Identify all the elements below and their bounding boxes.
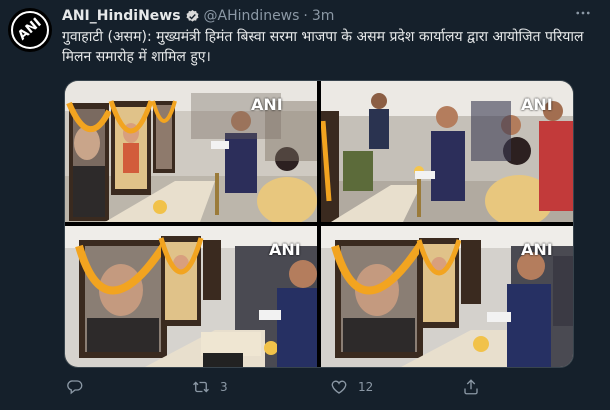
tweet-text: गुवाहाटी (असम): मुख्यमंत्री हिमंत बिस्वा… <box>62 29 584 65</box>
timestamp[interactable]: 3m <box>312 8 335 24</box>
watermark-2: ANI <box>521 95 553 114</box>
watermark-1: ANI <box>251 95 283 114</box>
media-grid[interactable]: ANI ANI ANI ANI <box>64 80 574 368</box>
like-count: 12 <box>358 380 374 394</box>
like-button[interactable]: 12 <box>330 378 373 396</box>
handle[interactable]: @AHindinews <box>204 8 300 24</box>
share-button[interactable] <box>462 378 480 396</box>
reply-icon <box>67 380 83 395</box>
tweet[interactable]: ANI ANI_HindiNews @AHindinews · 3m गुवाह… <box>0 0 610 410</box>
like-icon <box>331 380 347 394</box>
more-icon[interactable] <box>574 4 592 26</box>
action-bar: 3 12 <box>62 378 602 398</box>
watermark-4: ANI <box>521 240 553 259</box>
photo-4[interactable]: ANI <box>321 226 573 367</box>
watermark-3: ANI <box>269 240 301 259</box>
photo-3[interactable]: ANI <box>65 226 317 367</box>
share-icon <box>464 379 478 395</box>
separator: · <box>303 8 308 24</box>
photo-1[interactable]: ANI <box>65 81 317 222</box>
reply-button[interactable] <box>66 378 84 396</box>
retweet-count: 3 <box>220 380 228 394</box>
photo-2[interactable]: ANI <box>321 81 573 222</box>
retweet-button[interactable]: 3 <box>192 378 228 396</box>
avatar[interactable]: ANI <box>8 8 52 52</box>
retweet-icon <box>193 381 209 393</box>
verified-icon <box>186 9 199 22</box>
tweet-header: ANI_HindiNews @AHindinews · 3m <box>62 6 334 26</box>
display-name[interactable]: ANI_HindiNews <box>62 8 181 24</box>
